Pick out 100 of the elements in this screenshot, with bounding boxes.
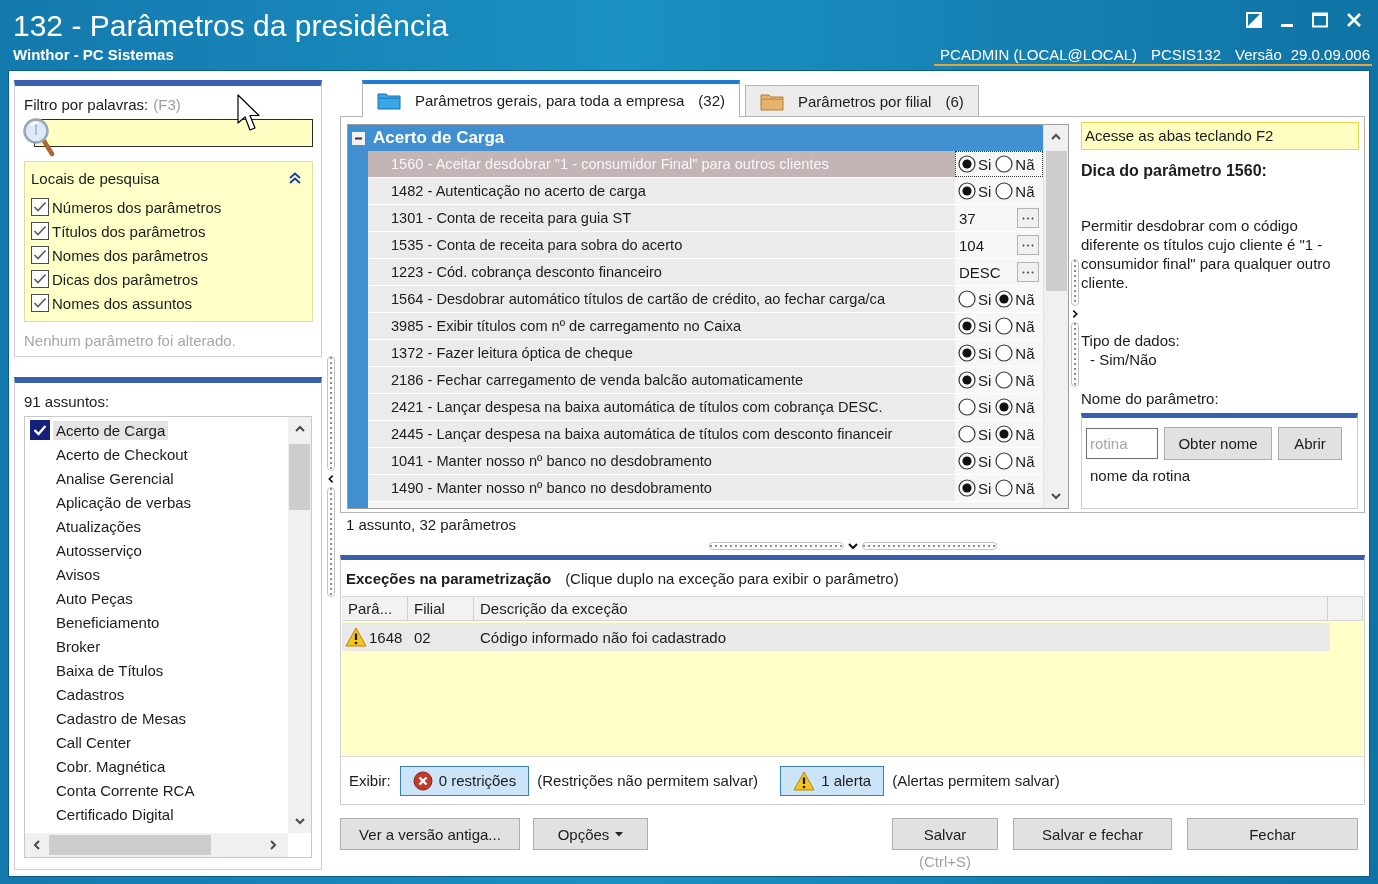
checkbox[interactable] xyxy=(31,246,49,264)
ellipsis-icon xyxy=(1022,243,1034,247)
parameter-name[interactable]: 2421 - Lançar despesa na baixa automática de títulos com cobrança DESC. xyxy=(368,394,955,420)
parameter-name[interactable]: 1564 - Desdobrar automático títulos de cartão de crédito, ao fechar carga/ca xyxy=(368,286,955,312)
filter-toggle-button[interactable]: 1 alerta xyxy=(780,765,885,796)
parameter-name[interactable]: 2186 - Fechar carregamento de venda balcão automaticamente xyxy=(368,367,955,393)
collapse-icon[interactable] xyxy=(288,171,302,185)
radio-button[interactable] xyxy=(958,317,976,335)
table-cell: Código informado não foi cadastrado xyxy=(480,628,726,646)
radio-button[interactable] xyxy=(958,425,976,443)
radio-button[interactable] xyxy=(995,317,1014,335)
subject-item[interactable]: Avisos xyxy=(25,562,288,586)
radio-button[interactable] xyxy=(958,452,976,470)
subject-item[interactable]: Cadastros xyxy=(25,682,288,706)
checkbox[interactable] xyxy=(31,294,49,312)
radio-button[interactable] xyxy=(995,182,1014,200)
shortcut-hint: (F3) xyxy=(153,96,181,113)
subject-item[interactable]: Certificado Digital xyxy=(25,802,288,826)
subject-item[interactable]: Autosserviço xyxy=(25,538,288,562)
column-header[interactable]: Parâ... xyxy=(342,597,408,620)
scrollbar-thumb[interactable] xyxy=(49,835,211,855)
parameter-name[interactable]: 1301 - Conta de receita para guia ST xyxy=(368,205,955,231)
tab[interactable]: Parâmetros gerais, para toda a empresa (32) xyxy=(362,80,740,117)
radio-button[interactable] xyxy=(995,155,1014,173)
parameter-name[interactable]: 1372 - Fazer leitura óptica de cheque xyxy=(368,340,955,366)
footer-button[interactable]: Opções xyxy=(533,818,648,850)
splitter-grip[interactable] xyxy=(1070,322,1079,387)
subject-item[interactable]: Conta Corrente RCA xyxy=(25,778,288,802)
scrollbar[interactable] xyxy=(1043,125,1068,508)
subject-item[interactable]: Call Center xyxy=(25,730,288,754)
search-field[interactable] xyxy=(34,119,313,147)
radio-button[interactable] xyxy=(958,479,976,497)
splitter-grip[interactable] xyxy=(1070,259,1079,306)
parameter-name[interactable]: 1041 - Manter nosso nº banco no desdobramento xyxy=(368,448,955,474)
subject-item[interactable]: Broker xyxy=(25,634,288,658)
radio-button[interactable] xyxy=(995,398,1014,416)
tab[interactable]: Parâmetros por filial (6) xyxy=(745,85,979,116)
routine-button[interactable]: Abrir xyxy=(1278,427,1342,460)
splitter-grip[interactable] xyxy=(327,487,335,597)
subject-item[interactable]: Aplicação de verbas xyxy=(25,490,288,514)
radio-button[interactable] xyxy=(995,371,1014,389)
checkbox[interactable] xyxy=(31,198,49,216)
parameter-name[interactable]: 1223 - Cód. cobrança desconto financeiro xyxy=(368,259,955,285)
checkbox[interactable] xyxy=(31,270,49,288)
scrollbar-thumb[interactable] xyxy=(1045,151,1067,291)
scrollbar[interactable] xyxy=(288,417,311,833)
footer-button[interactable]: Salvar xyxy=(892,818,998,850)
radio-button[interactable] xyxy=(958,344,976,362)
checkbox-label: Números dos parâmetros xyxy=(52,198,222,216)
scrollbar[interactable] xyxy=(25,833,288,857)
radio-button[interactable] xyxy=(958,182,976,200)
subject-item[interactable]: Acerto de Checkout xyxy=(25,442,288,466)
radio-button[interactable] xyxy=(995,452,1014,470)
program-code: PCSIS132 xyxy=(1151,46,1222,63)
subject-item[interactable]: Acerto de Carga xyxy=(25,418,288,442)
radio-button[interactable] xyxy=(995,290,1014,308)
parameter-name[interactable]: 3985 - Exibir títulos com nº de carregamento no Caixa xyxy=(368,313,955,339)
footer-button[interactable]: Salvar e fechar xyxy=(1013,818,1172,850)
scroll-right-icon[interactable] xyxy=(267,839,279,851)
scroll-down-icon[interactable] xyxy=(293,815,306,827)
column-header[interactable]: Filial xyxy=(408,597,474,620)
routine-button[interactable]: Obter nome xyxy=(1164,427,1272,460)
subject-item[interactable]: Cadastro de Mesas xyxy=(25,706,288,730)
parameter-name[interactable]: 1482 - Autenticação no acerto de carga xyxy=(368,178,955,204)
exception-row[interactable]: 1648 02 Código informado não foi cadastrado xyxy=(342,623,1330,651)
routine-field[interactable]: rotina xyxy=(1086,428,1158,459)
footer-button[interactable]: Ver a versão antiga... xyxy=(340,818,520,850)
radio-button[interactable] xyxy=(958,398,976,416)
radio-button[interactable] xyxy=(995,425,1014,443)
radio-button[interactable] xyxy=(995,479,1014,497)
filter-toggle-button[interactable]: 0 restrições xyxy=(399,765,530,796)
subject-item[interactable]: Atualizações xyxy=(25,514,288,538)
close-icon[interactable] xyxy=(1346,12,1362,28)
radio-button[interactable] xyxy=(958,155,976,173)
splitter-grip[interactable] xyxy=(861,541,997,550)
parameter-name[interactable]: 1490 - Manter nosso nº banco no desdobramento xyxy=(368,475,955,501)
scroll-down-icon[interactable] xyxy=(1050,490,1062,502)
scrollbar-thumb[interactable] xyxy=(289,444,310,510)
subject-item[interactable]: Analise Gerencial xyxy=(25,466,288,490)
subject-item[interactable]: Cobr. Magnética xyxy=(25,754,288,778)
radio-button[interactable] xyxy=(958,290,976,308)
column-header[interactable]: Descrição da exceção xyxy=(474,597,1328,620)
footer-button[interactable]: Fechar xyxy=(1187,818,1358,850)
window-subtitle: Winthor - PC Sistemas xyxy=(13,46,175,63)
chevron-left-icon[interactable] xyxy=(326,474,336,484)
subject-item[interactable]: Auto Peças xyxy=(25,586,288,610)
hint-title: Dica do parâmetro 1560: xyxy=(1081,162,1268,180)
maximize-icon[interactable] xyxy=(1312,12,1328,28)
snap-icon[interactable] xyxy=(1246,12,1262,28)
splitter-grip[interactable] xyxy=(327,356,335,471)
parameter-name[interactable]: 2445 - Lançar despesa na baixa automática de títulos com desconto financeir xyxy=(368,421,955,447)
checkbox[interactable] xyxy=(31,222,49,240)
parameter-name[interactable]: 1535 - Conta de receita para sobra do acerto xyxy=(368,232,955,258)
subject-item[interactable]: Beneficiamento xyxy=(25,610,288,634)
minus-box-icon[interactable] xyxy=(352,131,365,145)
scroll-left-icon[interactable] xyxy=(31,839,43,851)
subject-item[interactable]: Baixa de Títulos xyxy=(25,658,288,682)
radio-button[interactable] xyxy=(995,344,1014,362)
radio-button[interactable] xyxy=(958,371,976,389)
splitter-grip[interactable] xyxy=(708,541,844,550)
